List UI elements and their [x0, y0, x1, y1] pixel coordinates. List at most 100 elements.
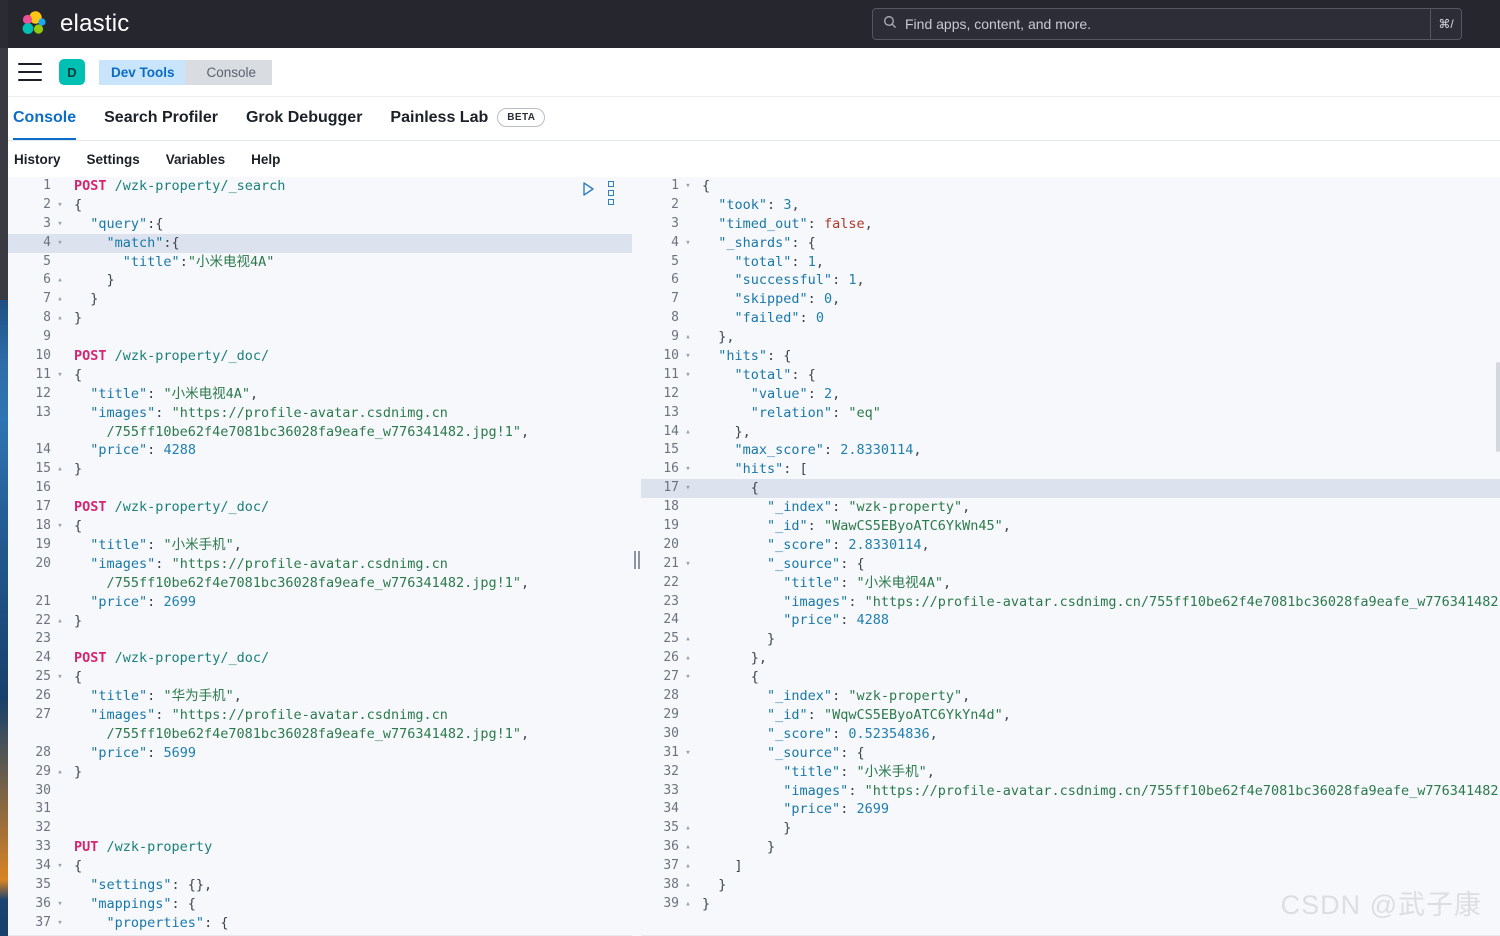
- code-line[interactable]: 22 "title": "小米电视4A",: [640, 574, 1500, 593]
- code-line[interactable]: 10POST /wzk-property/_doc/: [8, 347, 638, 366]
- fold-toggle-icon[interactable]: ▴: [54, 290, 66, 309]
- code-line[interactable]: 3 "timed_out": false,: [640, 215, 1500, 234]
- code-line[interactable]: 4▾ "_shards": {: [640, 234, 1500, 253]
- code-line[interactable]: 34▾{: [8, 857, 638, 876]
- code-line[interactable]: 12 "value": 2,: [640, 385, 1500, 404]
- code-line[interactable]: 2 "took": 3,: [640, 196, 1500, 215]
- code-line[interactable]: 37▴ ]: [640, 857, 1500, 876]
- fold-toggle-icon[interactable]: ▴: [682, 328, 694, 347]
- code-line[interactable]: 23: [8, 630, 638, 649]
- code-line[interactable]: 22▴}: [8, 612, 638, 631]
- code-line[interactable]: 36▴ }: [640, 838, 1500, 857]
- code-line[interactable]: 31▾ "_source": {: [640, 744, 1500, 763]
- fold-toggle-icon[interactable]: ▾: [54, 914, 66, 933]
- code-line[interactable]: 34 "price": 2699: [640, 800, 1500, 819]
- code-line[interactable]: 25▾{: [8, 668, 638, 687]
- submenu-item-help[interactable]: Help: [251, 152, 280, 167]
- code-line[interactable]: 26 "title": "华为手机",: [8, 687, 638, 706]
- code-line[interactable]: 28 "_index": "wzk-property",: [640, 687, 1500, 706]
- code-line[interactable]: 20 "images": "https://profile-avatar.csd…: [8, 555, 638, 593]
- code-line[interactable]: 13 "images": "https://profile-avatar.csd…: [8, 404, 638, 442]
- tab-search-profiler[interactable]: Search Profiler: [104, 97, 218, 140]
- code-line[interactable]: 23 "images": "https://profile-avatar.csd…: [640, 593, 1500, 612]
- fold-toggle-icon[interactable]: ▴: [54, 309, 66, 328]
- avatar[interactable]: D: [59, 59, 85, 85]
- fold-toggle-icon[interactable]: ▾: [54, 517, 66, 536]
- fold-toggle-icon[interactable]: ▴: [682, 819, 694, 838]
- fold-toggle-icon[interactable]: ▴: [682, 649, 694, 668]
- code-line[interactable]: 2▾{: [8, 196, 638, 215]
- code-line[interactable]: 11▾ "total": {: [640, 366, 1500, 385]
- fold-toggle-icon[interactable]: ▴: [54, 612, 66, 631]
- code-line[interactable]: 5 "total": 1,: [640, 253, 1500, 272]
- code-line[interactable]: 16: [8, 479, 638, 498]
- code-line[interactable]: 8 "failed": 0: [640, 309, 1500, 328]
- submenu-item-variables[interactable]: Variables: [166, 152, 225, 167]
- code-line[interactable]: 6 "successful": 1,: [640, 271, 1500, 290]
- submenu-item-settings[interactable]: Settings: [87, 152, 140, 167]
- fold-toggle-icon[interactable]: ▾: [54, 366, 66, 385]
- code-line[interactable]: 17▾ {: [640, 479, 1500, 498]
- code-line[interactable]: 7 "skipped": 0,: [640, 290, 1500, 309]
- code-line[interactable]: 30: [8, 782, 638, 801]
- code-line[interactable]: 31: [8, 800, 638, 819]
- code-line[interactable]: 13 "relation": "eq": [640, 404, 1500, 423]
- play-icon[interactable]: [581, 181, 596, 202]
- fold-toggle-icon[interactable]: ▾: [682, 234, 694, 253]
- code-line[interactable]: 12 "title": "小米电视4A",: [8, 385, 638, 404]
- hamburger-menu-icon[interactable]: [18, 63, 42, 81]
- code-line[interactable]: 27▾ {: [640, 668, 1500, 687]
- fold-toggle-icon[interactable]: ▴: [682, 876, 694, 895]
- code-line[interactable]: 29 "_id": "WqwCS5EByoATC6YkYn4d",: [640, 706, 1500, 725]
- code-line[interactable]: 20 "_score": 2.8330114,: [640, 536, 1500, 555]
- request-editor-pane[interactable]: 1POST /wzk-property/_search2▾{3▾ "query"…: [8, 177, 639, 936]
- code-line[interactable]: 4▾ "match":{: [8, 234, 638, 253]
- fold-toggle-icon[interactable]: ▾: [682, 460, 694, 479]
- code-line[interactable]: 8▴}: [8, 309, 638, 328]
- code-line[interactable]: 35 "settings": {},: [8, 876, 638, 895]
- code-line[interactable]: 7▴ }: [8, 290, 638, 309]
- code-line[interactable]: 17POST /wzk-property/_doc/: [8, 498, 638, 517]
- fold-toggle-icon[interactable]: ▾: [54, 895, 66, 914]
- code-line[interactable]: 19 "_id": "WawCS5EByoATC6YkWn45",: [640, 517, 1500, 536]
- code-line[interactable]: 21▾ "_source": {: [640, 555, 1500, 574]
- fold-toggle-icon[interactable]: ▾: [54, 668, 66, 687]
- code-line[interactable]: 11▾{: [8, 366, 638, 385]
- breadcrumb-item-dev-tools[interactable]: Dev Tools: [99, 60, 185, 85]
- code-line[interactable]: 15▴}: [8, 460, 638, 479]
- fold-toggle-icon[interactable]: ▴: [682, 857, 694, 876]
- fold-toggle-icon[interactable]: ▴: [54, 763, 66, 782]
- fold-toggle-icon[interactable]: ▾: [682, 668, 694, 687]
- code-line[interactable]: 32 "title": "小米手机",: [640, 763, 1500, 782]
- code-line[interactable]: 30 "_score": 0.52354836,: [640, 725, 1500, 744]
- code-line[interactable]: 24 "price": 4288: [640, 611, 1500, 630]
- code-line[interactable]: 14 "price": 4288: [8, 441, 638, 460]
- search-input[interactable]: Find apps, content, and more.: [905, 16, 1430, 32]
- tab-painless-lab[interactable]: Painless Lab BETA: [390, 97, 545, 140]
- fold-toggle-icon[interactable]: ▾: [682, 479, 694, 498]
- fold-toggle-icon[interactable]: ▾: [682, 177, 694, 196]
- code-line[interactable]: 26▴ },: [640, 649, 1500, 668]
- tab-grok-debugger[interactable]: Grok Debugger: [246, 97, 362, 140]
- fold-toggle-icon[interactable]: ▾: [682, 555, 694, 574]
- brand[interactable]: elastic: [20, 9, 129, 39]
- code-line[interactable]: 33 "images": "https://profile-avatar.csd…: [640, 782, 1500, 801]
- code-line[interactable]: 24POST /wzk-property/_doc/: [8, 649, 638, 668]
- code-line[interactable]: 15 "max_score": 2.8330114,: [640, 441, 1500, 460]
- pane-splitter[interactable]: [632, 177, 641, 936]
- submenu-item-history[interactable]: History: [14, 152, 61, 167]
- fold-toggle-icon[interactable]: ▴: [54, 271, 66, 290]
- response-viewer-pane[interactable]: 1▾{2 "took": 3,3 "timed_out": false,4▾ "…: [640, 177, 1500, 936]
- fold-toggle-icon[interactable]: ▾: [54, 234, 66, 253]
- code-line[interactable]: 1▾{: [640, 177, 1500, 196]
- code-line[interactable]: 18▾{: [8, 517, 638, 536]
- fold-toggle-icon[interactable]: ▾: [682, 366, 694, 385]
- code-line[interactable]: 21 "price": 2699: [8, 593, 638, 612]
- fold-toggle-icon[interactable]: ▾: [682, 347, 694, 366]
- code-line[interactable]: 6▴ }: [8, 271, 638, 290]
- fold-toggle-icon[interactable]: ▾: [54, 196, 66, 215]
- fold-toggle-icon[interactable]: ▴: [682, 895, 694, 914]
- code-line[interactable]: 37▾ "properties": {: [8, 914, 638, 933]
- tab-console[interactable]: Console: [13, 97, 76, 140]
- code-line[interactable]: 1POST /wzk-property/_search: [8, 177, 638, 196]
